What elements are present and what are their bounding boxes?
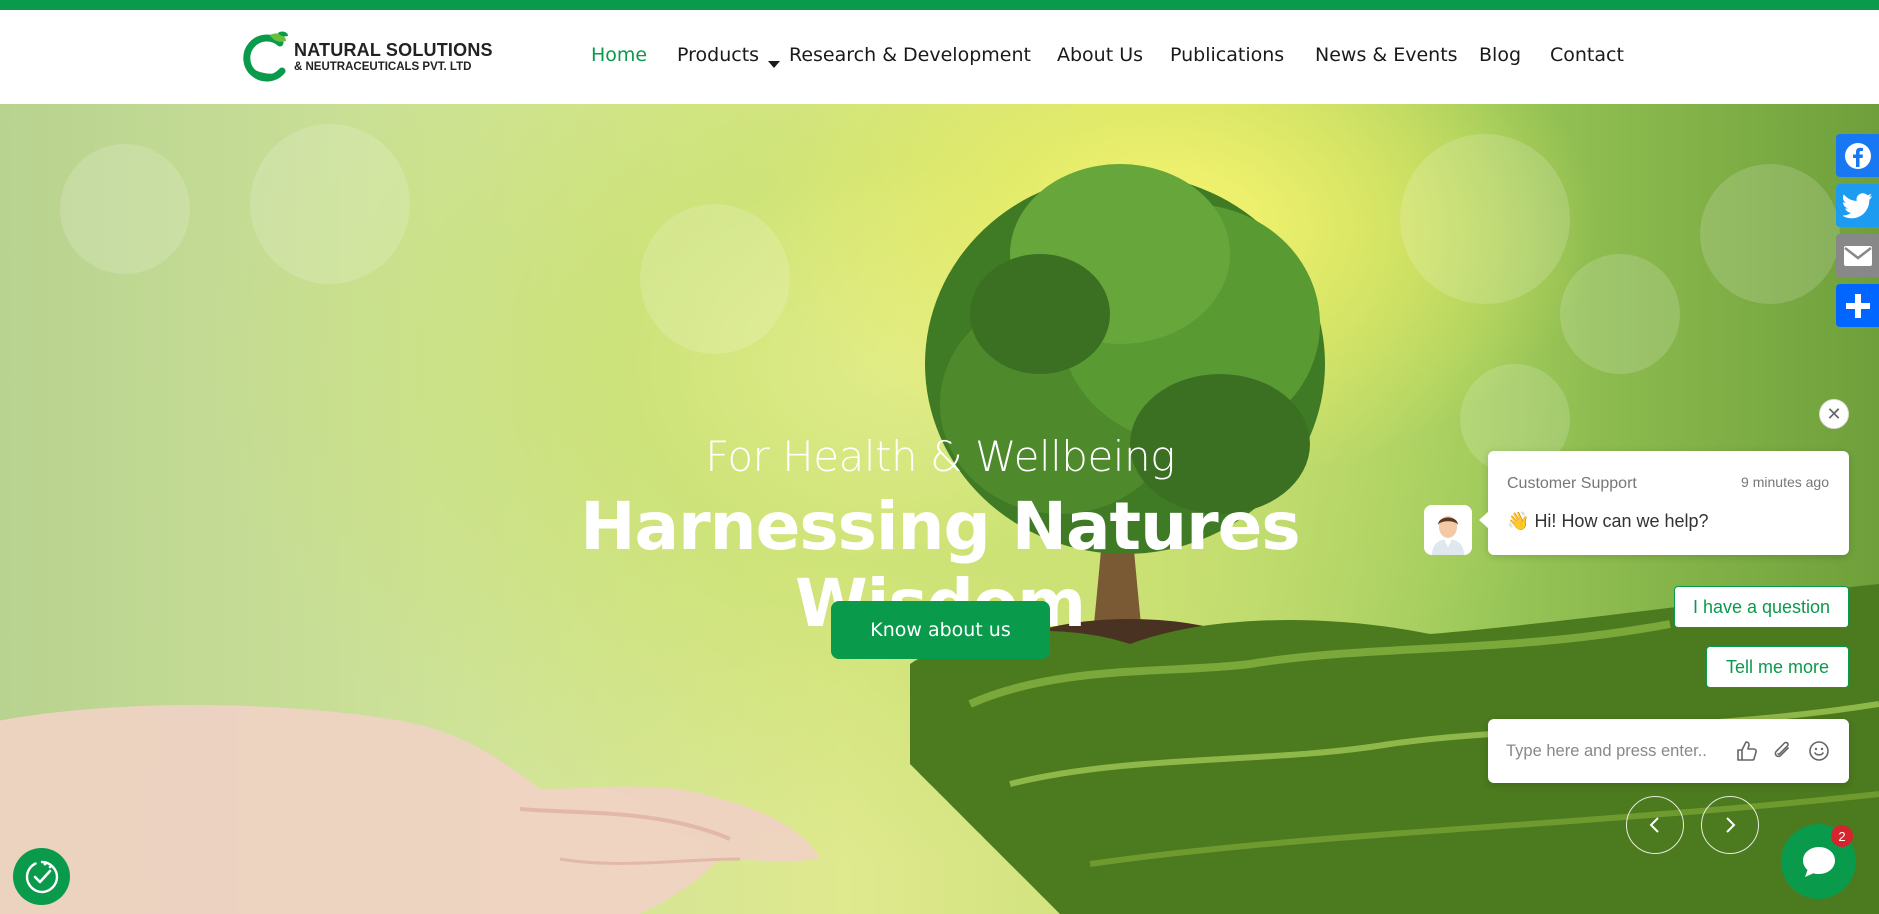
chevron-right-icon[interactable] [1701,796,1759,854]
email-icon[interactable] [1836,234,1879,277]
facebook-icon[interactable] [1836,134,1879,177]
twitter-icon[interactable] [1836,184,1879,227]
chat-timestamp: 9 minutes ago [1741,474,1829,490]
bokeh-light [1700,164,1840,304]
cookie-check-icon [25,860,58,893]
know-about-us-button[interactable]: Know about us [831,601,1050,659]
chat-message-bubble: Customer Support 9 minutes ago 👋 Hi! How… [1479,451,1849,555]
cookie-consent-button[interactable] [13,848,70,905]
bokeh-light [1560,254,1680,374]
nav-publications[interactable]: Publications [1170,44,1284,66]
nav-research-development[interactable]: Research & Development [789,44,1031,66]
plus-icon[interactable] [1836,284,1879,327]
wave-icon: 👋 [1507,511,1530,531]
chevron-down-icon[interactable] [768,61,780,68]
bokeh-light [60,144,190,274]
nav-blog[interactable]: Blog [1479,44,1521,66]
main-nav: Home Products Research & Development Abo… [0,10,1879,104]
chevron-left-icon[interactable] [1626,796,1684,854]
chat-agent-name: Customer Support [1507,475,1637,492]
site-header: NATURAL SOLUTIONS & NEUTRACEUTICALS PVT.… [0,10,1879,104]
social-share-bar [1836,134,1879,334]
chat-message-input[interactable] [1506,739,1716,763]
thumbs-up-icon[interactable] [1734,738,1760,764]
close-icon[interactable]: ✕ [1819,399,1849,429]
hero-subtitle: For Health & Wellbeing [705,432,1175,481]
support-agent-avatar [1424,505,1472,555]
unread-badge: 2 [1831,825,1853,847]
chat-greeting: 👋 Hi! How can we help? [1507,511,1709,532]
bokeh-light [1400,134,1570,304]
top-accent-strip [0,0,1879,10]
nav-about-us[interactable]: About Us [1057,44,1143,66]
emoji-icon[interactable] [1806,738,1832,764]
paperclip-icon[interactable] [1770,738,1796,764]
nav-products[interactable]: Products [677,44,759,66]
chat-bubble-icon [1802,846,1835,877]
nav-home[interactable]: Home [591,44,647,66]
chat-greeting-text: Hi! How can we help? [1534,511,1709,531]
nav-contact[interactable]: Contact [1550,44,1624,66]
quick-reply-tell-more[interactable]: Tell me more [1706,646,1849,688]
nav-news-events[interactable]: News & Events [1315,44,1458,66]
open-hand-image [0,705,820,914]
quick-reply-question[interactable]: I have a question [1674,586,1849,628]
bokeh-light [640,204,790,354]
bokeh-light [250,124,410,284]
chat-input-box [1488,719,1849,783]
